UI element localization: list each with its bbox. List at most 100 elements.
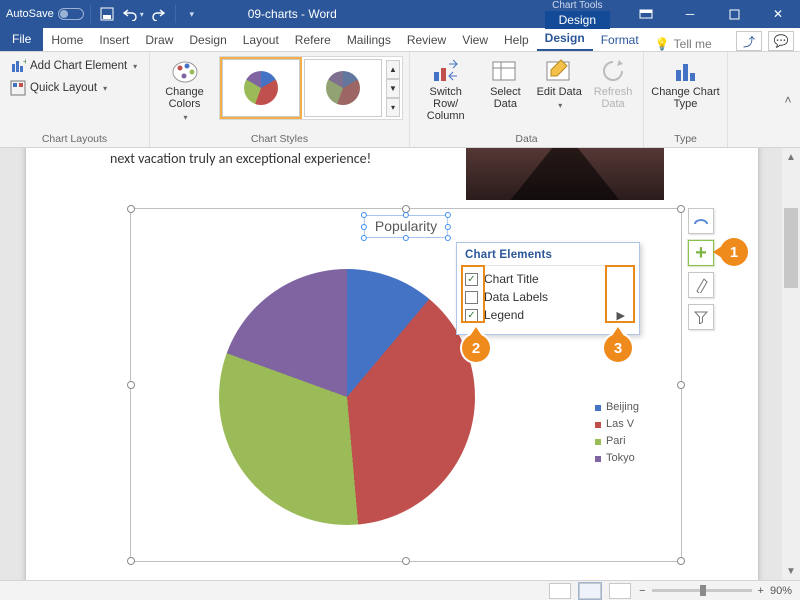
chart-filters-button[interactable] [688, 304, 714, 330]
minimize-icon[interactable]: ─ [668, 0, 712, 28]
autosave-toggle[interactable]: AutoSave [6, 8, 84, 20]
zoom-level[interactable]: 90% [770, 585, 792, 597]
qat-customize-icon[interactable]: ▾ [180, 2, 204, 26]
body-text: next vacation truly an exceptional exper… [110, 150, 371, 167]
chart-style-2[interactable] [304, 59, 382, 117]
chart-styles-gallery[interactable]: ▲▼▾ [219, 56, 403, 120]
view-print-layout[interactable] [579, 583, 601, 599]
tab-mailings[interactable]: Mailings [339, 29, 399, 51]
checkbox-icon[interactable] [465, 291, 478, 304]
tab-chart-design[interactable]: Design [537, 27, 593, 51]
refresh-icon [599, 58, 627, 84]
annotation-bubble-1: 1 [720, 238, 748, 266]
edit-data-button[interactable]: Edit Data▾ [535, 56, 583, 112]
select-data-button[interactable]: Select Data [481, 56, 529, 110]
pie-chart[interactable] [219, 269, 475, 525]
add-chart-element-icon: + [10, 58, 26, 74]
submenu-arrow-icon[interactable]: ▶ [617, 309, 625, 322]
resize-handle[interactable] [402, 557, 410, 565]
change-chart-type-icon [671, 58, 701, 84]
view-web-layout[interactable] [609, 583, 631, 599]
checkbox-icon[interactable]: ✓ [465, 309, 478, 322]
quick-layout-button[interactable]: Quick Layout▾ [6, 78, 141, 98]
vertical-scrollbar[interactable]: ▲ ▼ [782, 148, 800, 580]
document-area: next vacation truly an exceptional exper… [0, 148, 800, 580]
group-label-styles: Chart Styles [156, 132, 403, 145]
chart-elements-button[interactable]: + [688, 240, 714, 266]
tab-help[interactable]: Help [496, 29, 537, 51]
resize-handle[interactable] [127, 557, 135, 565]
annotation-bubble-2: 2 [462, 334, 490, 362]
zoom-in-button[interactable]: + [758, 585, 764, 597]
change-chart-type-button[interactable]: Change Chart Type [650, 56, 721, 110]
tab-review[interactable]: Review [399, 29, 454, 51]
tab-layout[interactable]: Layout [235, 29, 287, 51]
collapse-ribbon-icon[interactable]: ˄ [776, 52, 800, 147]
undo-icon[interactable]: ▾ [121, 2, 145, 26]
chart-title[interactable]: Popularity [364, 215, 448, 238]
group-label-layouts: Chart Layouts [6, 132, 143, 145]
resize-handle[interactable] [677, 381, 685, 389]
palette-icon [170, 58, 200, 84]
scroll-down-icon[interactable]: ▼ [782, 562, 800, 580]
contextual-tab-header: Chart Tools Design [545, 0, 610, 29]
title-bar: AutoSave ▾ ▾ 09-charts - Word Chart Tool… [0, 0, 800, 28]
edit-data-icon [545, 58, 573, 84]
checkbox-icon[interactable]: ✓ [465, 273, 478, 286]
chart-legend[interactable]: Beijing Las V Pari Tokyo [595, 399, 639, 467]
switch-row-column-button[interactable]: Switch Row/ Column [416, 56, 475, 122]
share-icon[interactable]: ⤴ [736, 31, 762, 51]
document-title: 09-charts - Word [248, 7, 337, 21]
save-icon[interactable] [95, 2, 119, 26]
change-colors-button[interactable]: Change Colors▾ [156, 56, 213, 124]
tab-file[interactable]: File [0, 27, 43, 51]
tell-me-label: Tell me [674, 37, 712, 51]
select-data-icon [491, 58, 519, 84]
scroll-up-icon[interactable]: ▲ [782, 148, 800, 166]
chart-styles-button[interactable] [688, 272, 714, 298]
refresh-data-button[interactable]: Refresh Data [589, 56, 637, 110]
flyout-item-chart-title[interactable]: ✓ Chart Title [463, 270, 633, 288]
layout-options-button[interactable] [688, 208, 714, 234]
autosave-label: AutoSave [6, 8, 54, 20]
view-read-mode[interactable] [549, 583, 571, 599]
tell-me-search[interactable]: 💡 Tell me [655, 37, 712, 51]
flyout-title: Chart Elements [463, 249, 633, 266]
chart-style-1[interactable] [222, 59, 300, 117]
tab-home[interactable]: Home [43, 29, 91, 51]
resize-handle[interactable] [127, 381, 135, 389]
ribbon-options-icon[interactable] [624, 0, 668, 28]
add-chart-element-button[interactable]: + Add Chart Element▾ [6, 56, 141, 76]
ribbon-tabs: File Home Insert Draw Design Layout Refe… [0, 28, 800, 52]
tab-view[interactable]: View [454, 29, 496, 51]
resize-handle[interactable] [677, 557, 685, 565]
flyout-item-data-labels[interactable]: Data Labels [463, 288, 633, 306]
resize-handle[interactable] [127, 205, 135, 213]
tab-chart-format[interactable]: Format [593, 29, 647, 51]
tab-insert[interactable]: Insert [91, 29, 137, 51]
quick-layout-icon [10, 80, 26, 96]
tab-references[interactable]: Refere [287, 29, 339, 51]
redo-icon[interactable] [147, 2, 171, 26]
tab-draw[interactable]: Draw [137, 29, 181, 51]
quick-access-toolbar: ▾ ▾ [84, 2, 208, 26]
scroll-thumb[interactable] [784, 208, 798, 288]
gallery-pager[interactable]: ▲▼▾ [386, 60, 400, 117]
inline-image[interactable] [466, 148, 664, 200]
chart-side-buttons: + [688, 208, 714, 330]
page[interactable]: next vacation truly an exceptional exper… [26, 148, 758, 580]
tab-design[interactable]: Design [181, 29, 234, 51]
status-bar: − + 90% [0, 580, 800, 600]
ribbon: + Add Chart Element▾ Quick Layout▾ Chart… [0, 52, 800, 148]
svg-text:+: + [23, 58, 26, 66]
zoom-out-button[interactable]: − [639, 585, 645, 597]
switch-row-column-icon [431, 58, 461, 84]
flyout-item-legend[interactable]: ✓ Legend ▶ [463, 306, 633, 324]
resize-handle[interactable] [677, 205, 685, 213]
close-icon[interactable]: ✕ [756, 0, 800, 28]
zoom-slider[interactable] [652, 589, 752, 592]
comments-icon[interactable]: 💬 [768, 31, 794, 51]
annotation-bubble-3: 3 [604, 334, 632, 362]
lightbulb-icon: 💡 [655, 37, 670, 51]
maximize-icon[interactable] [712, 0, 756, 28]
